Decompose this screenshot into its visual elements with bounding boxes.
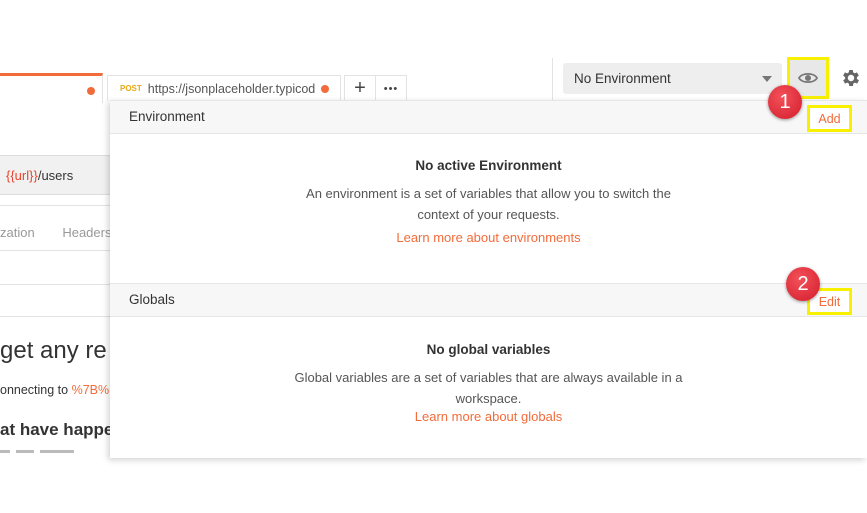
response-error-heading: get any re bbox=[0, 337, 107, 364]
method-badge: POST bbox=[120, 84, 142, 93]
annotation-badge-2-number: 2 bbox=[797, 272, 809, 295]
header-divider bbox=[552, 58, 553, 100]
eye-icon bbox=[798, 72, 818, 84]
add-environment-button[interactable]: Add bbox=[807, 105, 852, 132]
globals-empty-heading: No global variables bbox=[426, 342, 551, 357]
request-url-link[interactable]: %7B% bbox=[72, 383, 110, 397]
learn-more-environments-link[interactable]: Learn more about environments bbox=[110, 230, 867, 245]
environment-section-header: Environment bbox=[110, 100, 867, 134]
globals-empty-state: No global variables Global variables are… bbox=[110, 342, 867, 424]
globals-section-title: Globals bbox=[129, 292, 175, 307]
add-environment-label: Add bbox=[818, 111, 841, 126]
url-path: /users bbox=[37, 167, 74, 183]
globals-description: Global variables are a set of variables … bbox=[294, 370, 683, 406]
tab-headers[interactable]: Headers bbox=[62, 225, 111, 240]
edit-globals-label: Edit bbox=[818, 294, 841, 309]
environment-empty-heading: No active Environment bbox=[415, 158, 562, 173]
divider bbox=[0, 284, 110, 285]
more-icon: ••• bbox=[383, 82, 399, 95]
environment-select-value: No Environment bbox=[574, 71, 671, 86]
environment-section-title: Environment bbox=[129, 109, 205, 124]
new-tab-button[interactable]: + bbox=[344, 75, 376, 101]
unsaved-indicator bbox=[321, 84, 330, 93]
chevron-down-icon bbox=[762, 76, 772, 82]
annotation-badge-1-number: 1 bbox=[779, 90, 791, 113]
divider bbox=[0, 316, 110, 317]
gear-icon[interactable] bbox=[840, 67, 862, 89]
tab-authorization[interactable]: zation bbox=[0, 225, 35, 240]
request-subtabs: zation Headers bbox=[0, 225, 111, 240]
connection-error-prefix: onnecting to bbox=[0, 383, 72, 397]
globals-section-header: Globals bbox=[110, 283, 867, 317]
environment-empty-state: No active Environment An environment is … bbox=[110, 158, 867, 245]
unsaved-indicator bbox=[87, 87, 95, 95]
request-url-input[interactable]: {{url}}/users bbox=[0, 155, 112, 195]
request-tab-2[interactable]: POST https://jsonplaceholder.typicod bbox=[107, 75, 341, 101]
faded-text bbox=[0, 450, 105, 460]
error-section-heading: at have happe bbox=[0, 420, 114, 439]
environment-quick-look-popup: Environment No active Environment An env… bbox=[110, 100, 867, 458]
environment-description: An environment is a set of variables tha… bbox=[306, 186, 671, 222]
request-tab-1[interactable] bbox=[0, 73, 103, 103]
divider bbox=[0, 250, 110, 251]
tab-url: https://jsonplaceholder.typicod bbox=[147, 81, 316, 96]
annotation-badge-2: 2 bbox=[786, 267, 820, 301]
annotation-badge-1: 1 bbox=[768, 85, 802, 119]
divider bbox=[0, 205, 110, 206]
tab-options-button[interactable]: ••• bbox=[375, 75, 407, 101]
url-variable: {{url}} bbox=[6, 167, 38, 183]
connection-error-text: onnecting to %7B% bbox=[0, 383, 109, 397]
plus-icon: + bbox=[354, 77, 366, 99]
environment-select[interactable]: No Environment bbox=[563, 63, 782, 94]
learn-more-globals-link[interactable]: Learn more about globals bbox=[110, 409, 867, 424]
